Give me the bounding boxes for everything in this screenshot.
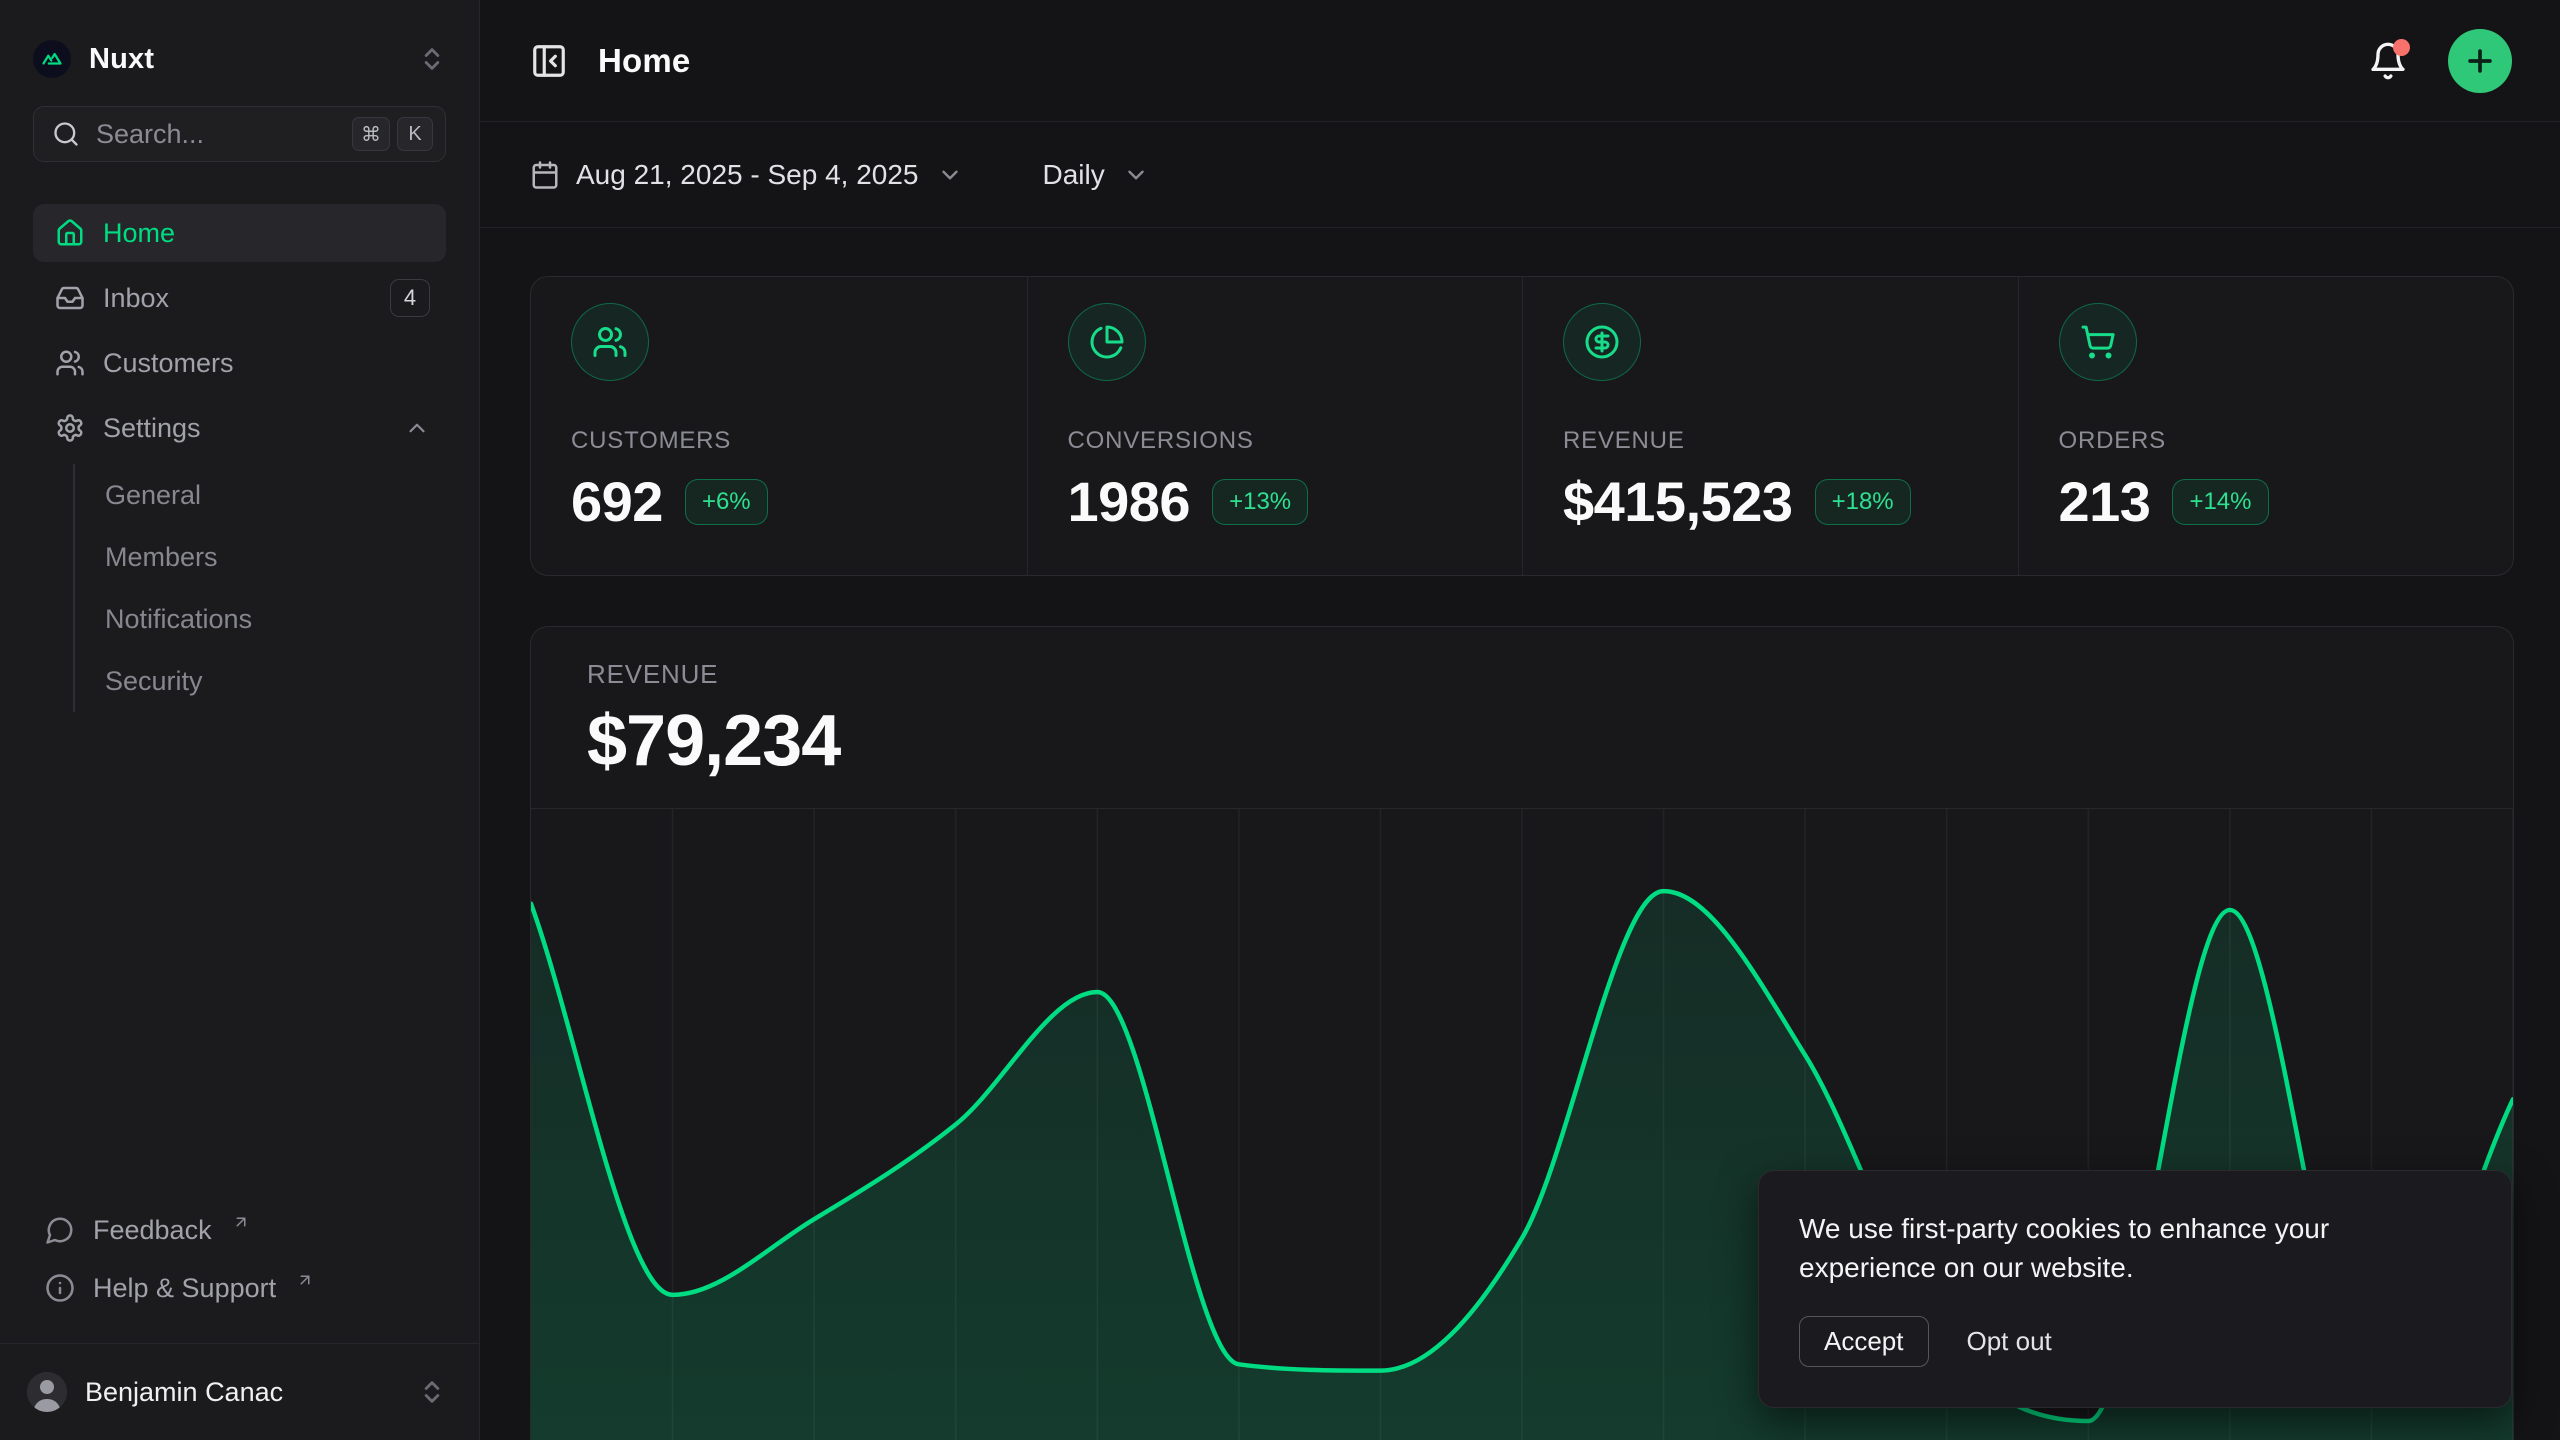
cookie-actions: Accept Opt out xyxy=(1799,1316,2471,1367)
stat-value: 1986 xyxy=(1068,469,1191,534)
sidebar-item-security[interactable]: Security xyxy=(105,650,446,712)
user-menu[interactable]: Benjamin Canac xyxy=(0,1344,479,1440)
stat-delta-badge: +6% xyxy=(685,479,768,525)
info-icon xyxy=(45,1273,75,1303)
workspace-selector[interactable]: Nuxt xyxy=(0,0,479,78)
stat-card-orders[interactable]: ORDERS 213 +14% xyxy=(2018,277,2514,575)
sidebar-subitem-label: Members xyxy=(105,542,218,573)
arrow-up-right-icon xyxy=(296,1271,314,1289)
add-button[interactable] xyxy=(2448,29,2512,93)
circle-dollar-icon xyxy=(1563,303,1641,381)
date-range-picker[interactable]: Aug 21, 2025 - Sep 4, 2025 xyxy=(530,159,963,191)
stats-card: CUSTOMERS 692 +6% CONVERSIONS 1986 +13% REVENU… xyxy=(530,276,2514,576)
sidebar-item-inbox[interactable]: Inbox 4 xyxy=(33,269,446,327)
sidebar-item-label: Customers xyxy=(103,348,234,379)
stat-card-revenue[interactable]: REVENUE $415,523 +18% xyxy=(1522,277,2018,575)
date-range-label: Aug 21, 2025 - Sep 4, 2025 xyxy=(576,159,919,191)
stat-delta-badge: +13% xyxy=(1212,479,1308,525)
users-icon xyxy=(55,348,85,378)
help-support-link[interactable]: Help & Support xyxy=(33,1259,446,1317)
footer-link-label: Help & Support xyxy=(93,1273,276,1304)
stat-card-customers[interactable]: CUSTOMERS 692 +6% xyxy=(531,277,1027,575)
search-input[interactable]: Search... ⌘ K xyxy=(33,106,446,162)
chevron-down-icon xyxy=(937,162,963,188)
sidebar-item-customers[interactable]: Customers xyxy=(33,334,446,392)
sidebar-footer-links: Feedback Help & Support xyxy=(0,1201,479,1343)
revenue-value: $79,234 xyxy=(587,700,2457,782)
stat-label: ORDERS xyxy=(2059,427,2474,455)
accept-button[interactable]: Accept xyxy=(1799,1316,1929,1367)
notifications-button[interactable] xyxy=(2368,41,2408,81)
sidebar-item-settings[interactable]: Settings xyxy=(33,399,446,457)
sidebar-item-notifications[interactable]: Notifications xyxy=(105,588,446,650)
chevron-down-icon xyxy=(1123,162,1149,188)
calendar-icon xyxy=(530,160,560,190)
kbd-k: K xyxy=(397,117,433,151)
chevrons-up-down-icon xyxy=(418,45,446,73)
feedback-link[interactable]: Feedback xyxy=(33,1201,446,1259)
sidebar-item-members[interactable]: Members xyxy=(105,526,446,588)
sidebar-subitem-label: Security xyxy=(105,666,203,697)
filters-toolbar: Aug 21, 2025 - Sep 4, 2025 Daily xyxy=(480,122,2560,228)
sidebar-nav: Home Inbox 4 Customers Settings General Member… xyxy=(33,204,446,720)
kbd-cmd: ⌘ xyxy=(352,117,390,151)
footer-link-label: Feedback xyxy=(93,1215,212,1246)
pie-chart-icon xyxy=(1068,303,1146,381)
workspace-name: Nuxt xyxy=(89,43,154,76)
sidebar-subnav: General Members Notifications Security xyxy=(73,464,446,712)
stat-delta-badge: +18% xyxy=(1815,479,1911,525)
sidebar-item-label: Settings xyxy=(103,413,201,444)
stat-value: $415,523 xyxy=(1563,469,1793,534)
chevron-up-icon xyxy=(404,415,430,441)
shopping-cart-icon xyxy=(2059,303,2137,381)
page-title: Home xyxy=(598,42,691,80)
arrow-up-right-icon xyxy=(232,1213,250,1231)
user-name: Benjamin Canac xyxy=(85,1377,283,1408)
inbox-icon xyxy=(55,283,85,313)
topbar-actions xyxy=(2368,29,2512,93)
stat-delta-badge: +14% xyxy=(2172,479,2268,525)
granularity-label: Daily xyxy=(1043,159,1105,191)
cookie-banner: We use first-party cookies to enhance yo… xyxy=(1758,1170,2512,1409)
sidebar-item-home[interactable]: Home xyxy=(33,204,446,262)
panel-left-close-icon[interactable] xyxy=(530,42,568,80)
search-placeholder: Search... xyxy=(96,119,336,150)
stat-label: CUSTOMERS xyxy=(571,427,987,455)
cookie-message: We use first-party cookies to enhance yo… xyxy=(1799,1209,2439,1289)
opt-out-button[interactable]: Opt out xyxy=(1967,1326,2052,1357)
message-circle-icon xyxy=(45,1215,75,1245)
notification-dot xyxy=(2393,39,2410,56)
sidebar-item-label: Inbox xyxy=(103,283,169,314)
inbox-count-badge: 4 xyxy=(390,279,430,317)
app-window: Nuxt Search... ⌘ K Home Inbox 4 Customers Se… xyxy=(0,0,2560,1440)
sidebar-subitem-label: Notifications xyxy=(105,604,252,635)
granularity-select[interactable]: Daily xyxy=(1043,159,1149,191)
avatar xyxy=(27,1372,67,1412)
users-icon xyxy=(571,303,649,381)
search-shortcut: ⌘ K xyxy=(352,117,433,151)
sidebar-item-label: Home xyxy=(103,218,175,249)
stat-label: CONVERSIONS xyxy=(1068,427,1483,455)
sidebar-spacer xyxy=(0,720,479,1201)
stat-card-conversions[interactable]: CONVERSIONS 1986 +13% xyxy=(1027,277,1523,575)
revenue-header: REVENUE $79,234 xyxy=(531,627,2513,782)
stat-value: 213 xyxy=(2059,469,2151,534)
settings-icon xyxy=(55,413,85,443)
stat-label: REVENUE xyxy=(1563,427,1978,455)
revenue-label: REVENUE xyxy=(587,659,2457,690)
topbar: Home xyxy=(480,0,2560,122)
sidebar-subitem-label: General xyxy=(105,480,201,511)
home-icon xyxy=(55,218,85,248)
search-icon xyxy=(52,120,80,148)
nuxt-logo-icon xyxy=(33,40,71,78)
sidebar: Nuxt Search... ⌘ K Home Inbox 4 Customers Se… xyxy=(0,0,480,1440)
chevrons-up-down-icon xyxy=(418,1378,446,1406)
plus-icon xyxy=(2463,44,2497,78)
stat-value: 692 xyxy=(571,469,663,534)
sidebar-item-general[interactable]: General xyxy=(105,464,446,526)
